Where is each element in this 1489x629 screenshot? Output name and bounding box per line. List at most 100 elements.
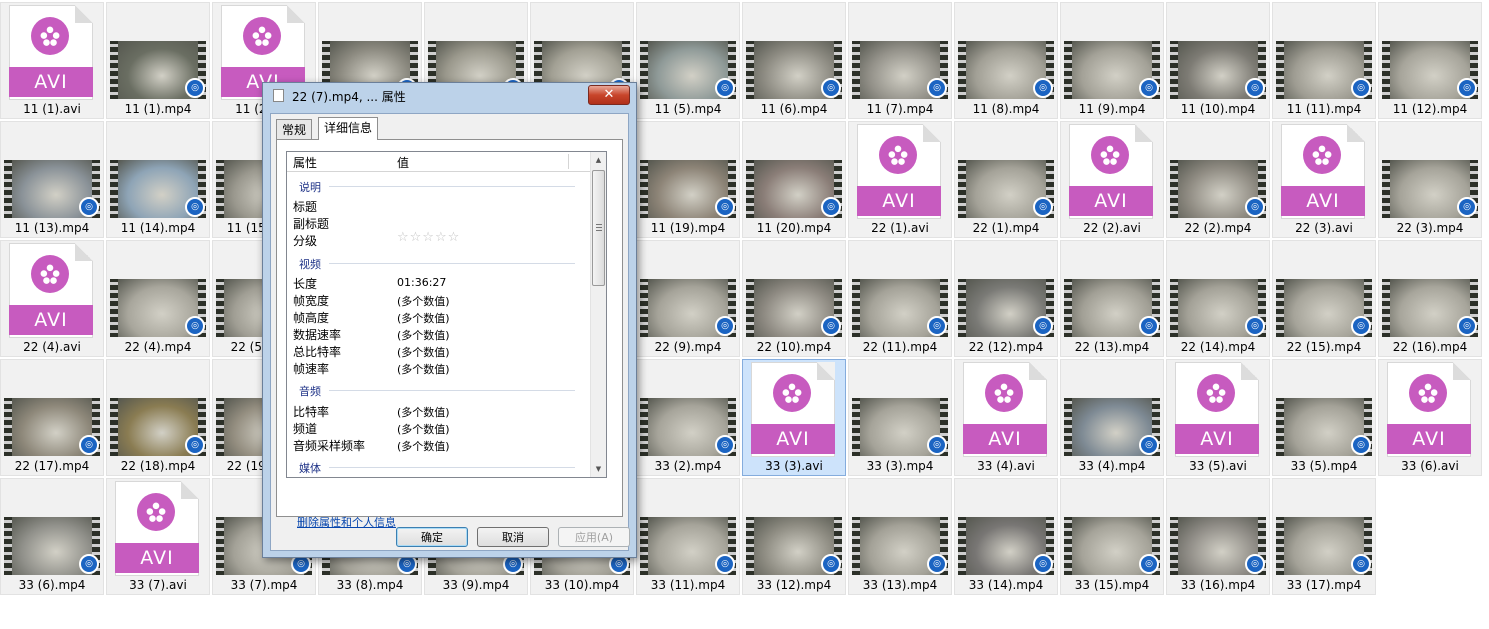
film-strip-holes (746, 279, 754, 337)
file-name: 11 (20).mp4 (756, 221, 832, 235)
avi-file-item[interactable]: AVI 22 (1).avi (848, 121, 952, 238)
mp4-file-item[interactable]: ◎ 22 (10).mp4 (742, 240, 846, 357)
scroll-down-icon[interactable]: ▼ (591, 461, 606, 477)
group-divider (329, 390, 575, 391)
film-reel-icon (31, 17, 69, 55)
column-header-property[interactable]: 属性 (293, 154, 317, 171)
remove-properties-link[interactable]: 删除属性和个人信息 (297, 514, 396, 530)
scroll-thumb[interactable] (592, 170, 605, 286)
avi-file-item[interactable]: AVI 33 (5).avi (1166, 359, 1270, 476)
player-badge-icon: ◎ (927, 78, 947, 98)
file-name: 33 (3).avi (765, 459, 823, 473)
page-fold (923, 124, 941, 142)
ok-button[interactable]: 确定 (396, 527, 468, 547)
mp4-file-item[interactable]: ◎ 11 (19).mp4 (636, 121, 740, 238)
mp4-file-item[interactable]: ◎ 33 (13).mp4 (848, 478, 952, 595)
mp4-file-item[interactable]: ◎ 11 (10).mp4 (1166, 2, 1270, 119)
avi-file-item[interactable]: AVI 33 (7).avi (106, 478, 210, 595)
film-strip-holes (110, 160, 118, 218)
rating-stars-icon[interactable]: ☆☆☆☆☆ (397, 230, 460, 245)
mp4-file-item[interactable]: ◎ 22 (16).mp4 (1378, 240, 1482, 357)
file-name: 22 (9).mp4 (654, 340, 722, 354)
scroll-up-icon[interactable]: ▲ (591, 152, 606, 168)
file-name: 11 (11).mp4 (1286, 102, 1362, 116)
film-strip-holes (640, 279, 648, 337)
mp4-file-item[interactable]: ◎ 22 (18).mp4 (106, 359, 210, 476)
avi-file-item[interactable]: AVI 11 (1).avi (0, 2, 104, 119)
avi-file-item[interactable]: AVI 33 (6).avi (1378, 359, 1482, 476)
mp4-file-item[interactable]: ◎ 33 (6).mp4 (0, 478, 104, 595)
mp4-file-item[interactable]: ◎ 11 (1).mp4 (106, 2, 210, 119)
film-strip-holes (110, 41, 118, 99)
tab-general[interactable]: 常规 (276, 119, 313, 139)
film-strip-holes (958, 279, 966, 337)
mp4-file-item[interactable]: ◎ 22 (13).mp4 (1060, 240, 1164, 357)
tab-details[interactable]: 详细信息 (318, 117, 379, 140)
mp4-file-item[interactable]: ◎ 11 (6).mp4 (742, 2, 846, 119)
mp4-file-item[interactable]: ◎ 22 (2).mp4 (1166, 121, 1270, 238)
details-panel: 属性 值 说明 标题 副标题 分级 ☆☆☆☆☆ 视频 长度 01:36:27 帧… (276, 139, 623, 529)
mp4-file-item[interactable]: ◎ 33 (16).mp4 (1166, 478, 1270, 595)
row-bitrate-label: 比特率 (293, 405, 330, 419)
row-bitrate-value: (多个数值) (397, 406, 450, 419)
mp4-file-item[interactable]: ◎ 33 (17).mp4 (1272, 478, 1376, 595)
close-button[interactable]: ✕ (588, 85, 630, 105)
film-strip-holes (640, 517, 648, 575)
row-frame-rate-value: (多个数值) (397, 363, 450, 376)
player-badge-icon: ◎ (1033, 554, 1053, 574)
mp4-file-item[interactable]: ◎ 33 (5).mp4 (1272, 359, 1376, 476)
file-name: 11 (13).mp4 (14, 221, 90, 235)
vertical-scrollbar[interactable]: ▲ ▼ (590, 152, 606, 477)
film-strip-holes (1276, 517, 1284, 575)
mp4-file-item[interactable]: ◎ 11 (5).mp4 (636, 2, 740, 119)
mp4-file-item[interactable]: ◎ 33 (3).mp4 (848, 359, 952, 476)
mp4-file-item[interactable]: ◎ 11 (12).mp4 (1378, 2, 1482, 119)
column-separator[interactable] (568, 154, 569, 169)
mp4-file-item[interactable]: ◎ 33 (14).mp4 (954, 478, 1058, 595)
mp4-file-item[interactable]: ◎ 22 (12).mp4 (954, 240, 1058, 357)
mp4-file-item[interactable]: ◎ 22 (11).mp4 (848, 240, 952, 357)
player-badge-icon: ◎ (79, 197, 99, 217)
mp4-file-item[interactable]: ◎ 11 (7).mp4 (848, 2, 952, 119)
file-name: 33 (5).mp4 (1290, 459, 1358, 473)
mp4-file-item[interactable]: ◎ 22 (9).mp4 (636, 240, 740, 357)
column-header-value[interactable]: 值 (397, 154, 409, 171)
mp4-file-item[interactable]: ◎ 11 (11).mp4 (1272, 2, 1376, 119)
mp4-file-item[interactable]: ◎ 22 (17).mp4 (0, 359, 104, 476)
avi-file-item[interactable]: AVI 22 (4).avi (0, 240, 104, 357)
property-list[interactable]: 属性 值 说明 标题 副标题 分级 ☆☆☆☆☆ 视频 长度 01:36:27 帧… (286, 151, 607, 478)
mp4-file-item[interactable]: ◎ 11 (8).mp4 (954, 2, 1058, 119)
film-strip-holes (852, 517, 860, 575)
player-badge-icon: ◎ (715, 316, 735, 336)
mp4-file-item[interactable]: ◎ 22 (4).mp4 (106, 240, 210, 357)
film-strip-holes (1382, 160, 1390, 218)
avi-file-item[interactable]: AVI 33 (3).avi (742, 359, 846, 476)
row-data-rate-value: (多个数值) (397, 329, 450, 342)
mp4-file-item[interactable]: ◎ 11 (14).mp4 (106, 121, 210, 238)
mp4-file-item[interactable]: ◎ 33 (4).mp4 (1060, 359, 1164, 476)
file-name: 22 (1).mp4 (972, 221, 1040, 235)
apply-button[interactable]: 应用(A) (558, 527, 630, 547)
mp4-file-item[interactable]: ◎ 33 (12).mp4 (742, 478, 846, 595)
mp4-file-item[interactable]: ◎ 33 (2).mp4 (636, 359, 740, 476)
row-sample-rate-value: (多个数值) (397, 440, 450, 453)
mp4-file-item[interactable]: ◎ 11 (13).mp4 (0, 121, 104, 238)
dialog-titlebar[interactable]: 22 (7).mp4, ... 属性 ✕ (263, 83, 636, 108)
file-name: 22 (2).mp4 (1184, 221, 1252, 235)
file-name: 22 (12).mp4 (968, 340, 1044, 354)
file-grid: AVI11 (1).avi◎11 (1).mp4AVI11 (2).avi◎11… (0, 0, 1489, 629)
avi-file-item[interactable]: AVI 33 (4).avi (954, 359, 1058, 476)
mp4-file-item[interactable]: ◎ 22 (14).mp4 (1166, 240, 1270, 357)
mp4-file-item[interactable]: ◎ 33 (11).mp4 (636, 478, 740, 595)
mp4-file-item[interactable]: ◎ 22 (15).mp4 (1272, 240, 1376, 357)
group-video: 视频 (299, 258, 321, 271)
avi-label: AVI (1175, 424, 1259, 454)
mp4-file-item[interactable]: ◎ 22 (1).mp4 (954, 121, 1058, 238)
avi-file-item[interactable]: AVI 22 (2).avi (1060, 121, 1164, 238)
avi-file-item[interactable]: AVI 22 (3).avi (1272, 121, 1376, 238)
mp4-file-item[interactable]: ◎ 33 (15).mp4 (1060, 478, 1164, 595)
mp4-file-item[interactable]: ◎ 22 (3).mp4 (1378, 121, 1482, 238)
mp4-file-item[interactable]: ◎ 11 (9).mp4 (1060, 2, 1164, 119)
mp4-file-item[interactable]: ◎ 11 (20).mp4 (742, 121, 846, 238)
cancel-button[interactable]: 取消 (477, 527, 549, 547)
